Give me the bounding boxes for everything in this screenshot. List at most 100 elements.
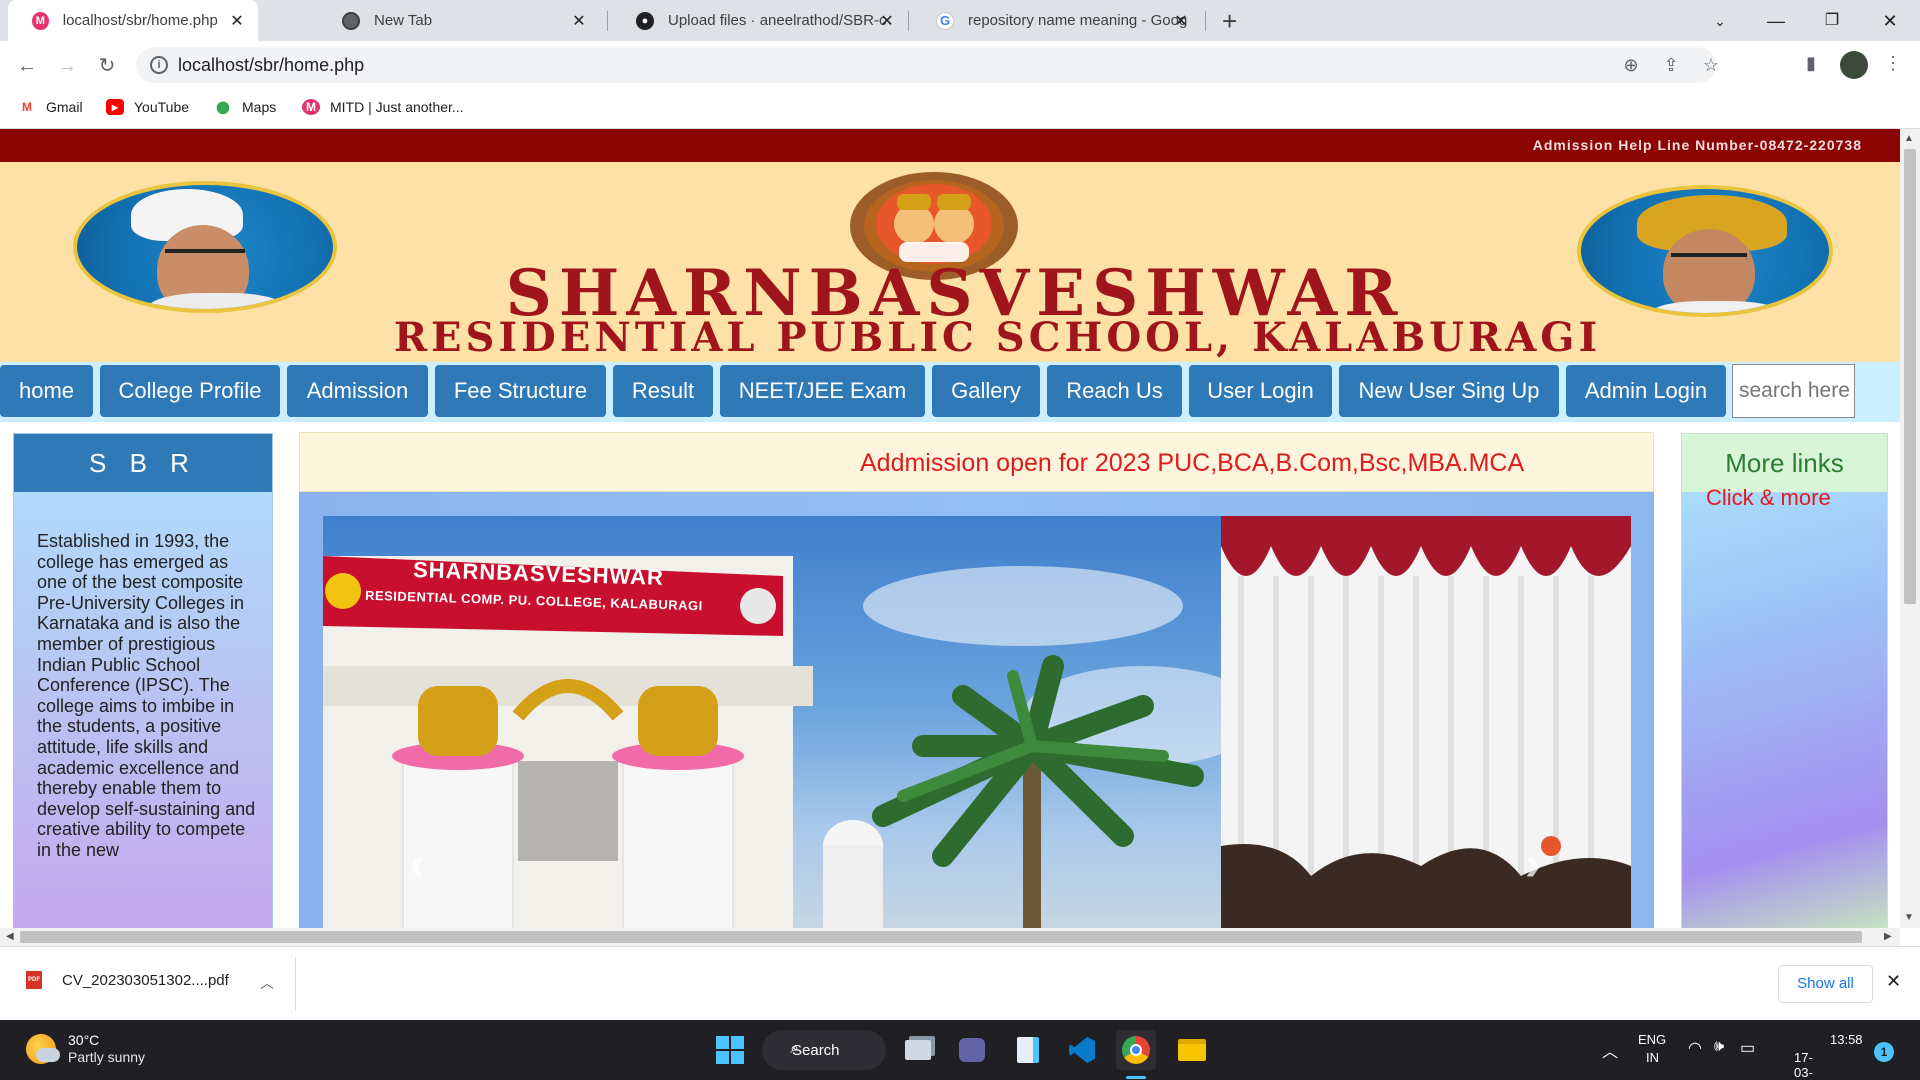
school-banner: SHARNBASVESHWAR RESIDENTIAL PUBLIC SCHOO… [0, 162, 1900, 362]
github-icon: ● [636, 11, 654, 30]
tab-strip: M localhost/sbr/home.php ✕ New Tab ✕ ● U… [0, 0, 1920, 41]
helpline-bar: Admission Help Line Number-08472-220738 [0, 129, 1900, 162]
volume-icon[interactable]: 🕪 [1714, 1038, 1724, 1056]
bookmark-mitd[interactable]: M MITD | Just another... [302, 99, 464, 115]
bookmark-gmail[interactable]: M Gmail [18, 99, 83, 115]
close-tab-icon[interactable]: ✕ [228, 11, 246, 31]
new-tab-button[interactable]: + [1222, 6, 1237, 37]
windows-taskbar: 30°C Partly sunny ⌕ Search ︿ ENG IN ◠ 🕪 … [0, 1020, 1920, 1080]
tab-title: Upload files · aneelrathod/SBR-c [668, 12, 886, 29]
nav-fee-structure[interactable]: Fee Structure [435, 365, 606, 417]
share-icon[interactable]: ⇪ [1660, 55, 1682, 76]
youtube-icon: ▶ [106, 99, 124, 115]
notepad-icon[interactable] [1008, 1030, 1048, 1070]
tab-search-icon[interactable]: ⌄ [1700, 6, 1740, 36]
bookmark-star-icon[interactable]: ☆ [1700, 55, 1722, 76]
profile-avatar[interactable] [1840, 51, 1868, 79]
scroll-up-icon[interactable]: ▲ [1904, 133, 1914, 144]
url-text[interactable]: localhost/sbr/home.php [178, 55, 364, 76]
sbr-panel-text: Established in 1993, the college has eme… [37, 531, 256, 860]
vertical-scrollbar[interactable]: ▲ ▼ [1900, 129, 1920, 928]
clock-time[interactable]: 13:58 [1830, 1032, 1863, 1047]
scroll-left-icon[interactable]: ◀ [6, 931, 14, 942]
horizontal-scrollbar[interactable]: ◀ ▶ [0, 928, 1900, 946]
nav-gallery[interactable]: Gallery [932, 365, 1040, 417]
marquee-text: Addmission open for 2023 PUC,BCA,B.Com,B… [860, 449, 1525, 477]
horizontal-scroll-thumb[interactable] [20, 931, 1862, 943]
minimize-icon[interactable]: — [1756, 6, 1796, 36]
chevron-up-icon[interactable]: ︿ [260, 973, 274, 993]
tab-title: New Tab [374, 12, 433, 29]
forward-icon[interactable]: → [52, 51, 82, 81]
nav-admin-login[interactable]: Admin Login [1566, 365, 1726, 417]
site-info-icon[interactable]: i [150, 56, 168, 74]
weather-temperature: 30°C [68, 1032, 100, 1048]
task-view-icon[interactable] [898, 1030, 938, 1070]
founder-portrait-right [1577, 185, 1833, 317]
close-tab-icon[interactable]: ✕ [570, 11, 588, 31]
nav-reach-us[interactable]: Reach Us [1047, 365, 1182, 417]
tab-github[interactable]: ● Upload files · aneelrathod/SBR-c ✕ [612, 0, 908, 41]
tab-google[interactable]: G repository name meaning - Goog ✕ [912, 0, 1202, 41]
restore-icon[interactable]: ❐ [1812, 6, 1852, 36]
reload-icon[interactable]: ↻ [92, 51, 122, 81]
google-icon: G [936, 11, 954, 30]
back-icon[interactable]: ← [12, 51, 42, 81]
weather-widget[interactable]: 30°C Partly sunny [26, 1032, 145, 1066]
tab-localhost[interactable]: M localhost/sbr/home.php ✕ [8, 0, 258, 41]
teams-chat-icon[interactable] [952, 1030, 992, 1070]
tab-title: repository name meaning - Goog [968, 12, 1188, 29]
close-tab-icon[interactable]: ✕ [1172, 11, 1190, 31]
bookmark-label: YouTube [134, 99, 190, 115]
show-all-button[interactable]: Show all [1778, 965, 1873, 1003]
slider-next-icon[interactable]: › [1525, 837, 1541, 892]
nav-admission[interactable]: Admission [287, 365, 428, 417]
windows-logo-icon [716, 1036, 744, 1064]
taskbar-search-label: Search [792, 1041, 840, 1059]
download-item[interactable]: PDF CV_202303051302....pdf [26, 971, 229, 989]
language-code[interactable]: ENG [1638, 1032, 1666, 1047]
bookmark-youtube[interactable]: ▶ YouTube [106, 99, 189, 115]
sbr-panel: S B R Established in 1993, the college h… [13, 433, 273, 928]
search-input[interactable] [1732, 364, 1855, 418]
battery-icon[interactable]: ▭ [1740, 1038, 1755, 1058]
tab-separator [607, 11, 608, 31]
zoom-icon[interactable]: ⊕ [1620, 55, 1642, 76]
chrome-taskbar-icon[interactable] [1116, 1030, 1156, 1070]
admission-marquee: Addmission open for 2023 PUC,BCA,B.Com,B… [299, 432, 1654, 492]
start-button[interactable] [710, 1030, 750, 1070]
nav-college-profile[interactable]: College Profile [100, 365, 280, 417]
bookmark-maps[interactable]: ⬤ Maps [214, 99, 276, 115]
close-window-icon[interactable]: ✕ [1870, 6, 1910, 36]
file-explorer-icon[interactable] [1172, 1030, 1212, 1070]
pdf-file-icon: PDF [26, 971, 42, 989]
notification-badge[interactable]: 1 [1874, 1042, 1894, 1062]
scroll-right-icon[interactable]: ▶ [1884, 931, 1892, 942]
tab-new-tab[interactable]: New Tab ✕ [318, 0, 600, 41]
region-code[interactable]: IN [1646, 1050, 1659, 1065]
download-filename: CV_202303051302....pdf [62, 971, 229, 989]
vertical-scroll-thumb[interactable] [1904, 149, 1916, 604]
mitd-icon: M [302, 99, 320, 115]
nav-user-login[interactable]: User Login [1189, 365, 1332, 417]
nav-new-user-signup[interactable]: New User Sing Up [1339, 365, 1559, 417]
menu-kebab-icon[interactable]: ⋮ [1880, 53, 1906, 74]
nav-home[interactable]: home [0, 365, 93, 417]
active-app-indicator [1126, 1076, 1146, 1079]
taskbar-search[interactable]: ⌕ Search [762, 1030, 886, 1070]
scroll-down-icon[interactable]: ▼ [1904, 912, 1914, 923]
vscode-icon[interactable] [1062, 1030, 1102, 1070]
nav-result[interactable]: Result [613, 365, 713, 417]
address-bar[interactable]: i localhost/sbr/home.php ⊕ ⇪ ☆ [136, 47, 1719, 83]
nav-neet-jee-exam[interactable]: NEET/JEE Exam [720, 365, 925, 417]
clock-date[interactable]: 17-03-2023 [1794, 1050, 1823, 1080]
wifi-icon[interactable]: ◠ [1688, 1038, 1702, 1058]
click-more-link[interactable]: Click & more [1706, 485, 1831, 511]
chrome-icon [342, 11, 360, 30]
side-panel-icon[interactable]: ▮ [1798, 53, 1824, 74]
slider-prev-icon[interactable]: ‹ [409, 837, 425, 892]
mitd-icon: M [32, 11, 49, 30]
close-tab-icon[interactable]: ✕ [878, 11, 896, 31]
close-downloads-icon[interactable]: ✕ [1886, 971, 1901, 992]
chevron-up-icon[interactable]: ︿ [1602, 1038, 1618, 1062]
